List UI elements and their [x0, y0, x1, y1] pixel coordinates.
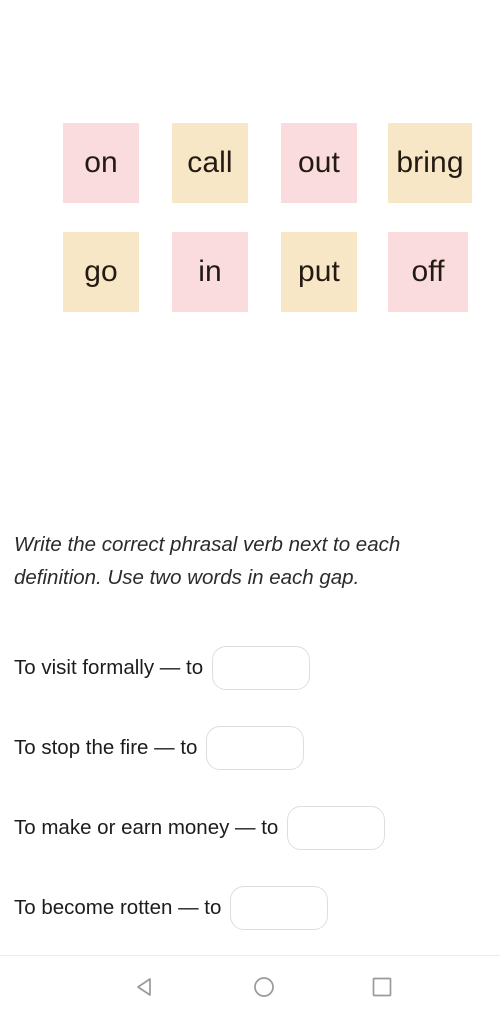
question-prompt-1: To visit formally — to [14, 656, 204, 679]
answer-input-3[interactable] [287, 806, 386, 850]
answer-input-1[interactable] [212, 646, 311, 690]
question-prompt-3: To make or earn money — to [14, 816, 279, 839]
question-prompt-2: To stop the fire — to [14, 736, 198, 759]
nav-recents-button[interactable] [351, 956, 413, 1018]
instruction-text: Write the correct phrasal verb next to e… [14, 528, 474, 594]
word-tile-off[interactable]: off [388, 232, 468, 312]
word-tile-bring[interactable]: bring [388, 123, 472, 203]
word-bank-row-1: on call out bring [0, 123, 500, 203]
nav-home-button[interactable] [233, 956, 295, 1018]
question-row-1: To visit formally — to [0, 628, 500, 708]
exercise-screen: on call out bring go in put off Write th… [0, 0, 500, 1018]
word-tile-go[interactable]: go [63, 232, 139, 312]
question-row-2: To stop the fire — to [0, 708, 500, 788]
instruction-line-1: Write the correct phrasal verb next to e… [14, 533, 401, 556]
question-prompt-4: To become rotten — to [14, 896, 222, 919]
android-navbar [0, 956, 500, 1018]
answer-input-2[interactable] [206, 726, 305, 770]
word-bank-row-2: go in put off [0, 232, 500, 312]
question-row-4: To become rotten — to [0, 868, 500, 948]
instruction-line-2: definition. Use two words in each gap. [14, 566, 360, 589]
word-tile-in[interactable]: in [172, 232, 248, 312]
question-list: To visit formally — to To stop the fire … [0, 628, 500, 948]
word-tile-out[interactable]: out [281, 123, 357, 203]
nav-back-button[interactable] [115, 956, 177, 1018]
back-triangle-icon [133, 974, 159, 1000]
word-tile-call[interactable]: call [172, 123, 248, 203]
word-tile-put[interactable]: put [281, 232, 357, 312]
word-tile-on[interactable]: on [63, 123, 139, 203]
recents-square-icon [369, 974, 395, 1000]
answer-input-4[interactable] [230, 886, 329, 930]
word-bank: on call out bring go in put off [0, 123, 500, 341]
home-circle-icon [251, 974, 277, 1000]
question-row-3: To make or earn money — to [0, 788, 500, 868]
